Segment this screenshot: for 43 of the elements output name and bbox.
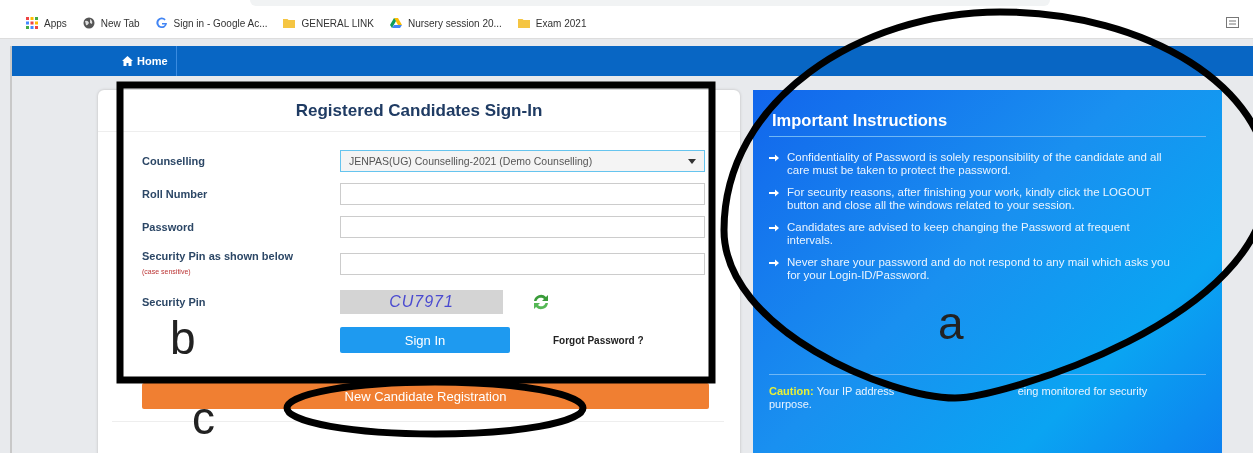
card-title: Registered Candidates Sign-In — [295, 100, 543, 121]
instruction-text: Never share your password and do not respond to any mail which asks you for your Login-ID/Password. — [787, 256, 1171, 282]
field-label: Security Pin — [142, 295, 207, 309]
google-icon — [155, 17, 168, 29]
panel-title: Important Instructions — [771, 110, 949, 130]
input-field[interactable] — [340, 216, 705, 238]
caution-label: Caution: — [769, 385, 814, 397]
input-field[interactable] — [340, 253, 705, 275]
annotation-letter: b — [170, 315, 196, 361]
field-label: Roll Number — [142, 187, 209, 201]
bookmark[interactable]: Nursery session 20... — [389, 17, 502, 29]
globe-icon — [82, 17, 95, 29]
caution-text: eing monitored for security — [1017, 385, 1148, 397]
arrow-icon — [769, 224, 779, 232]
home-icon — [122, 56, 133, 66]
arrow-icon — [769, 259, 779, 267]
field-label: Counselling — [142, 154, 206, 168]
caret-icon — [688, 158, 696, 164]
refresh-icon[interactable] — [531, 292, 551, 312]
input-field[interactable] — [340, 183, 705, 205]
drive-icon — [389, 17, 402, 29]
captcha-image: CU7971 — [340, 290, 503, 314]
reading-list-icon[interactable] — [1226, 17, 1239, 28]
arrow-icon — [769, 189, 779, 197]
folder-icon — [283, 17, 296, 29]
forgot-password-link[interactable]: Forgot Password ? — [553, 334, 644, 346]
arrow-icon — [769, 154, 779, 162]
bookmark[interactable]: Sign in - Google Ac... — [155, 17, 268, 29]
instruction-text: Candidates are advised to keep changing the Password at frequent intervals. — [787, 221, 1131, 247]
instruction-text: Confidentiality of Password is solely responsibility of the candidate and all care must be taken to protect the password. — [787, 151, 1163, 177]
bookmark[interactable]: GENERAL LINK — [283, 17, 374, 29]
bookmark[interactable]: New Tab — [82, 17, 140, 29]
caution-text: purpose. — [769, 398, 813, 411]
folder-icon — [517, 17, 530, 29]
bookmark[interactable]: Apps — [26, 17, 67, 29]
caution-text: Your IP address — [816, 385, 896, 398]
apps-grid-icon — [26, 17, 38, 29]
field-label: Password — [142, 220, 195, 234]
bookmark[interactable]: Exam 2021 — [517, 17, 587, 29]
instruction-text: For security reasons, after finishing your work, kindly click the LOGOUT button and close all the windows related to your session. — [787, 186, 1153, 212]
nav-link[interactable]: Home — [120, 46, 177, 76]
annotation-letter: a — [938, 300, 964, 346]
counselling-dropdown[interactable]: JENPAS(UG) Counselling-2021 (Demo Counselling) — [340, 150, 705, 172]
